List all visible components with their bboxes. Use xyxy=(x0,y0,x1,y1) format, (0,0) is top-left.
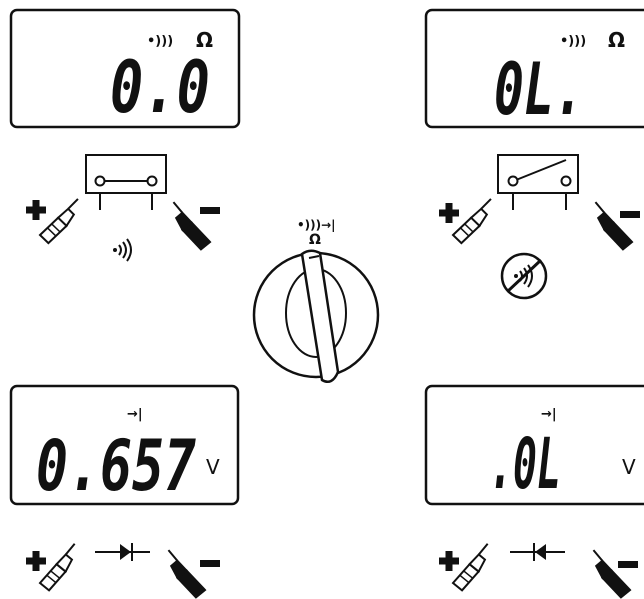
beep-icon xyxy=(112,238,132,262)
rotary-dial-icon xyxy=(252,249,380,383)
plus-icon xyxy=(439,551,459,571)
positive-probe xyxy=(443,542,501,594)
closed-switch-icon xyxy=(85,154,167,210)
dial-mode-symbol: •)))→| xyxy=(297,218,336,232)
panel-continuity-closed: •))) Ω 0.0 xyxy=(9,8,241,262)
unit-label: Ω xyxy=(608,28,625,52)
diode-icon xyxy=(510,543,565,561)
plus-icon xyxy=(439,203,459,223)
minus-icon xyxy=(200,207,220,214)
positive-probe xyxy=(445,197,502,246)
negative-probe xyxy=(582,201,642,253)
lcd-reading: .0L xyxy=(489,423,561,505)
panel-diode-reverse: →| .0L V xyxy=(424,384,644,599)
unit-label: V xyxy=(206,455,220,479)
lcd-reading: 0L. xyxy=(494,47,584,131)
dial-ohm-symbol: Ω xyxy=(309,232,321,248)
plus-icon xyxy=(26,551,46,571)
lcd-reading: 0.657 xyxy=(36,425,196,507)
diode-symbol: →| xyxy=(541,407,557,422)
positive-probe xyxy=(30,542,88,594)
minus-icon xyxy=(618,561,638,568)
negative-probe xyxy=(580,549,640,599)
positive-probe xyxy=(32,197,89,246)
diode-symbol: →| xyxy=(127,407,143,422)
diode-icon xyxy=(95,543,150,561)
negative-probe xyxy=(155,549,215,599)
no-beep-icon xyxy=(500,252,548,300)
rotary-dial: •)))→| Ω xyxy=(252,218,380,383)
unit-label: V xyxy=(622,455,636,479)
lcd-reading: 0.0 xyxy=(110,45,210,129)
open-switch-icon xyxy=(497,154,579,210)
minus-icon xyxy=(200,560,220,567)
plus-icon xyxy=(26,200,46,220)
panel-continuity-open: •))) Ω 0L. xyxy=(424,8,644,300)
minus-icon xyxy=(620,211,640,218)
panel-diode-forward: →| 0.657 V xyxy=(9,384,240,599)
continuity-diode-test-diagram: •))) Ω 0.0 •))) Ω 0L. •)))→| Ω →| 0.657 … xyxy=(9,8,644,599)
